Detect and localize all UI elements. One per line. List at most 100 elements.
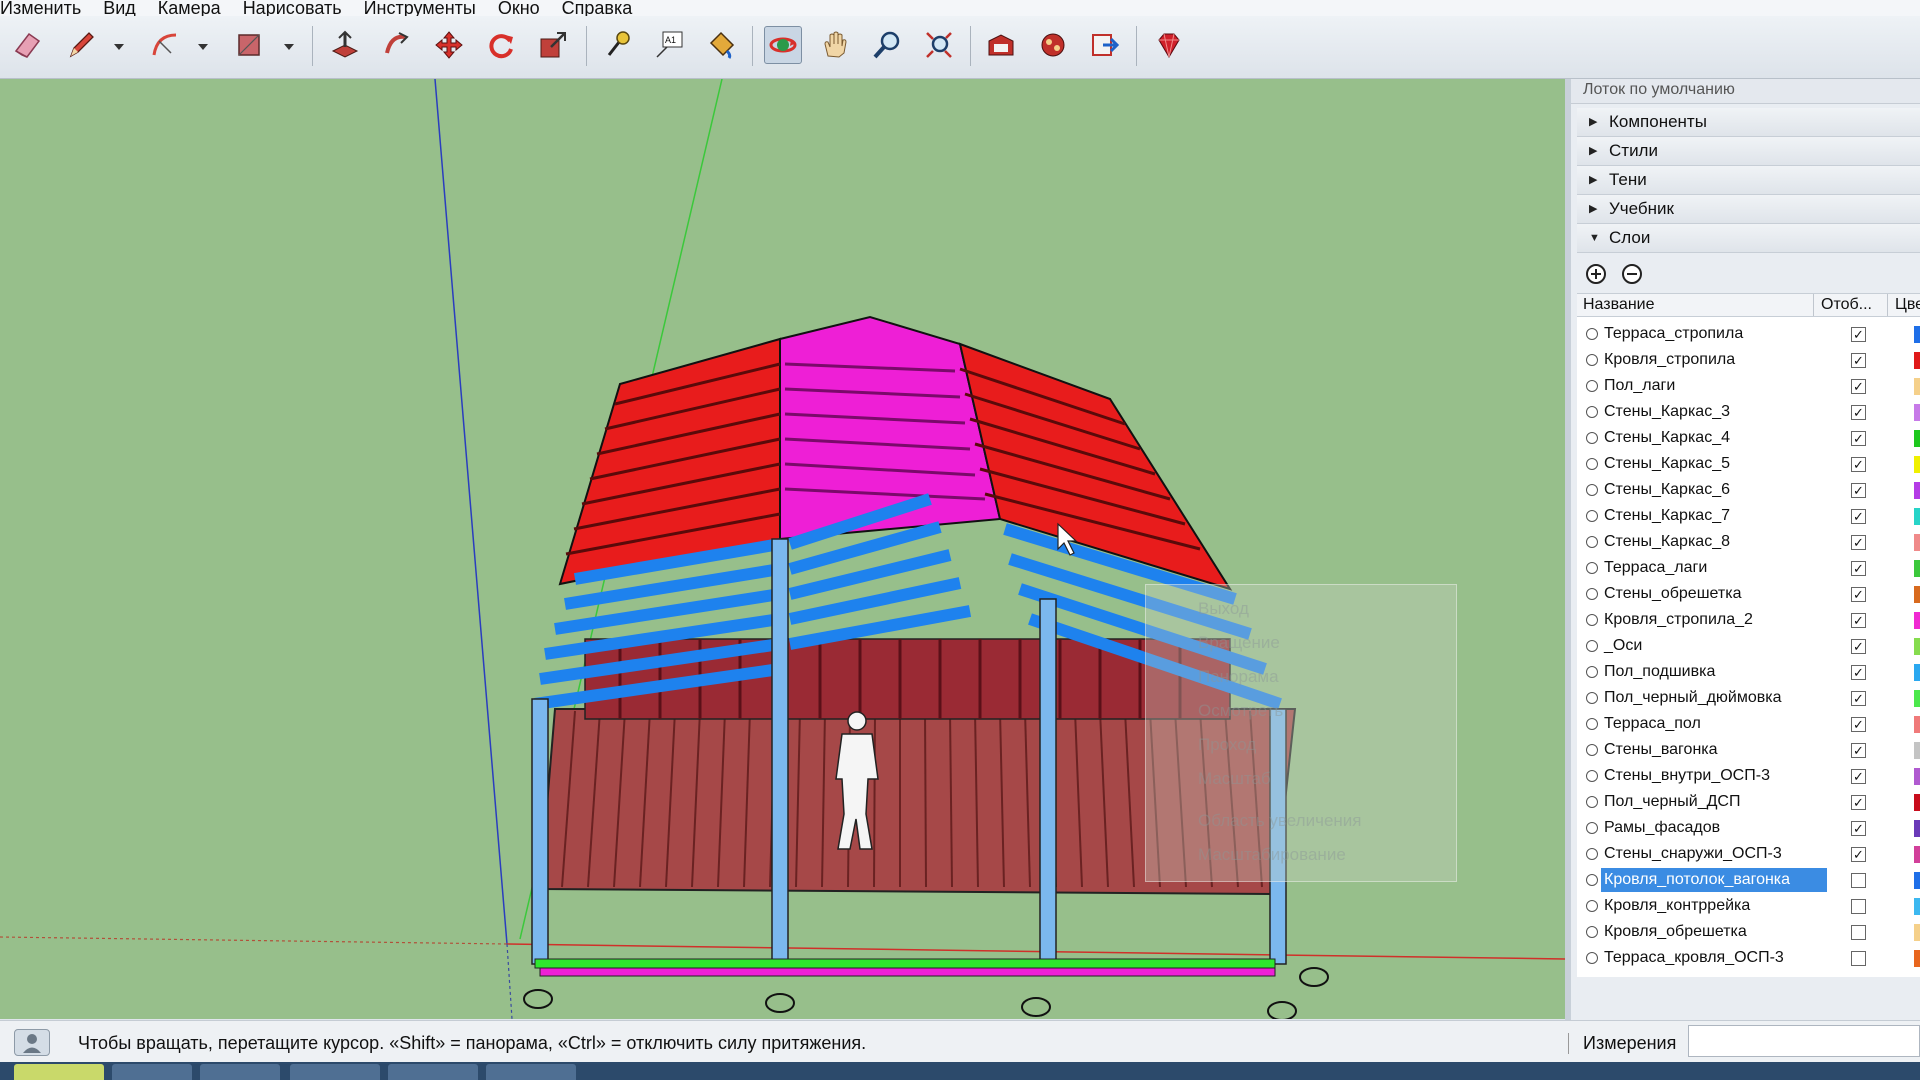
layer-color-swatch[interactable]	[1914, 508, 1920, 525]
pencil-icon[interactable]	[62, 26, 100, 64]
arc-icon[interactable]	[146, 26, 184, 64]
layer-color-swatch[interactable]	[1914, 586, 1920, 603]
active-layer-radio[interactable]	[1586, 874, 1598, 886]
layer-name[interactable]: Стены_Каркас_7	[1601, 504, 1733, 528]
layer-color-swatch[interactable]	[1914, 664, 1920, 681]
layer-visible-checkbox[interactable]	[1851, 873, 1866, 888]
layer-color-swatch[interactable]	[1914, 846, 1920, 863]
layer-color-swatch[interactable]	[1914, 612, 1920, 629]
pan-icon[interactable]	[816, 26, 854, 64]
taskbar-item[interactable]	[290, 1064, 380, 1080]
menu-item[interactable]: Справка	[551, 0, 644, 16]
zoom-icon[interactable]	[868, 26, 906, 64]
active-layer-radio[interactable]	[1586, 588, 1598, 600]
layer-visible-checkbox[interactable]: ✓	[1851, 509, 1866, 524]
layer-visible-checkbox[interactable]: ✓	[1851, 665, 1866, 680]
layer-name[interactable]: Терраса_лаги	[1601, 556, 1710, 580]
layer-color-swatch[interactable]	[1914, 352, 1920, 369]
layer-row[interactable]: Терраса_кровля_ОСП-3	[1577, 945, 1920, 971]
tape-measure-icon[interactable]	[598, 26, 636, 64]
layer-color-swatch[interactable]	[1914, 768, 1920, 785]
layer-row[interactable]: Стены_вагонка ✓	[1577, 737, 1920, 763]
active-layer-radio[interactable]	[1586, 432, 1598, 444]
menu-item[interactable]: Вид	[92, 0, 147, 16]
layer-color-swatch[interactable]	[1914, 638, 1920, 655]
layer-color-swatch[interactable]	[1914, 534, 1920, 551]
layer-name[interactable]: Кровля_контррейка	[1601, 894, 1753, 918]
eraser-icon[interactable]	[8, 26, 46, 64]
layer-visible-checkbox[interactable]: ✓	[1851, 795, 1866, 810]
chevron-down-icon[interactable]	[112, 40, 126, 54]
layer-name[interactable]: Кровля_обрешетка	[1601, 920, 1750, 944]
layer-visible-checkbox[interactable]: ✓	[1851, 431, 1866, 446]
scale-icon[interactable]	[534, 26, 572, 64]
layer-color-swatch[interactable]	[1914, 742, 1920, 759]
layer-row[interactable]: Стены_Каркас_6 ✓	[1577, 477, 1920, 503]
layer-row[interactable]: Кровля_потолок_вагонка	[1577, 867, 1920, 893]
menu-item[interactable]: Нарисовать	[232, 0, 353, 16]
active-layer-radio[interactable]	[1586, 458, 1598, 470]
move-icon[interactable]	[430, 26, 468, 64]
layer-row[interactable]: _Оси ✓	[1577, 633, 1920, 659]
tray-panel-header[interactable]: ▶ Тени	[1577, 166, 1920, 195]
active-layer-radio[interactable]	[1586, 692, 1598, 704]
active-layer-radio[interactable]	[1586, 354, 1598, 366]
layer-color-swatch[interactable]	[1914, 456, 1920, 473]
layer-name[interactable]: Стены_Каркас_3	[1601, 400, 1733, 424]
layer-row[interactable]: Пол_подшивка ✓	[1577, 659, 1920, 685]
delete-layer-icon[interactable]	[1621, 263, 1643, 285]
layer-name[interactable]: Пол_черный_ДСП	[1601, 790, 1743, 814]
layer-row[interactable]: Пол_лаги ✓	[1577, 373, 1920, 399]
layer-visible-checkbox[interactable]: ✓	[1851, 743, 1866, 758]
model-viewport[interactable]: Выход Вращение Панорама Осмотреть Проход…	[0, 79, 1565, 1019]
layer-name[interactable]: Кровля_стропила_2	[1601, 608, 1756, 632]
active-layer-radio[interactable]	[1586, 770, 1598, 782]
active-layer-radio[interactable]	[1586, 510, 1598, 522]
layer-visible-checkbox[interactable]: ✓	[1851, 379, 1866, 394]
layer-visible-checkbox[interactable]: ✓	[1851, 587, 1866, 602]
layer-color-swatch[interactable]	[1914, 326, 1920, 343]
paint-bucket-icon[interactable]	[702, 26, 740, 64]
follow-me-icon[interactable]	[378, 26, 416, 64]
layer-visible-checkbox[interactable]: ✓	[1851, 847, 1866, 862]
context-menu-item[interactable]: Панорама	[1198, 667, 1279, 687]
context-menu-item[interactable]: Область увеличения	[1198, 811, 1361, 831]
layer-name[interactable]: Стены_вагонка	[1601, 738, 1721, 762]
rectangle-icon[interactable]	[230, 26, 268, 64]
layer-visible-checkbox[interactable]: ✓	[1851, 613, 1866, 628]
context-menu-item[interactable]: Выход	[1198, 599, 1249, 619]
layer-row[interactable]: Стены_Каркас_8 ✓	[1577, 529, 1920, 555]
text-icon[interactable]: A1	[650, 26, 688, 64]
layer-row[interactable]: Кровля_стропила_2 ✓	[1577, 607, 1920, 633]
layer-name[interactable]: Терраса_кровля_ОСП-3	[1601, 946, 1787, 970]
layer-color-swatch[interactable]	[1914, 820, 1920, 837]
ruby-icon[interactable]	[1150, 26, 1188, 64]
tray-panel-header[interactable]: ▼ Слои	[1577, 224, 1920, 253]
active-layer-radio[interactable]	[1586, 614, 1598, 626]
active-layer-radio[interactable]	[1586, 328, 1598, 340]
layer-visible-checkbox[interactable]: ✓	[1851, 821, 1866, 836]
layer-row[interactable]: Терраса_стропила ✓	[1577, 321, 1920, 347]
menu-item[interactable]: Изменить	[0, 0, 92, 16]
active-layer-radio[interactable]	[1586, 926, 1598, 938]
add-layer-icon[interactable]	[1585, 263, 1607, 285]
layer-color-swatch[interactable]	[1914, 872, 1920, 889]
layer-name[interactable]: Стены_Каркас_6	[1601, 478, 1733, 502]
layer-visible-checkbox[interactable]: ✓	[1851, 327, 1866, 342]
layer-row[interactable]: Стены_внутри_ОСП-3 ✓	[1577, 763, 1920, 789]
layer-color-swatch[interactable]	[1914, 924, 1920, 941]
context-menu-item[interactable]: Проход	[1198, 735, 1256, 755]
push-pull-icon[interactable]	[326, 26, 364, 64]
layer-row[interactable]: Кровля_контррейка	[1577, 893, 1920, 919]
context-menu-item[interactable]: Осмотреть	[1198, 701, 1283, 721]
layer-color-swatch[interactable]	[1914, 482, 1920, 499]
layer-row[interactable]: Терраса_лаги ✓	[1577, 555, 1920, 581]
layer-visible-checkbox[interactable]: ✓	[1851, 717, 1866, 732]
layer-color-swatch[interactable]	[1914, 404, 1920, 421]
layer-color-swatch[interactable]	[1914, 560, 1920, 577]
active-layer-radio[interactable]	[1586, 562, 1598, 574]
menu-item[interactable]: Окно	[487, 0, 551, 16]
layer-color-swatch[interactable]	[1914, 716, 1920, 733]
layer-visible-checkbox[interactable]: ✓	[1851, 457, 1866, 472]
taskbar-item[interactable]	[486, 1064, 576, 1080]
